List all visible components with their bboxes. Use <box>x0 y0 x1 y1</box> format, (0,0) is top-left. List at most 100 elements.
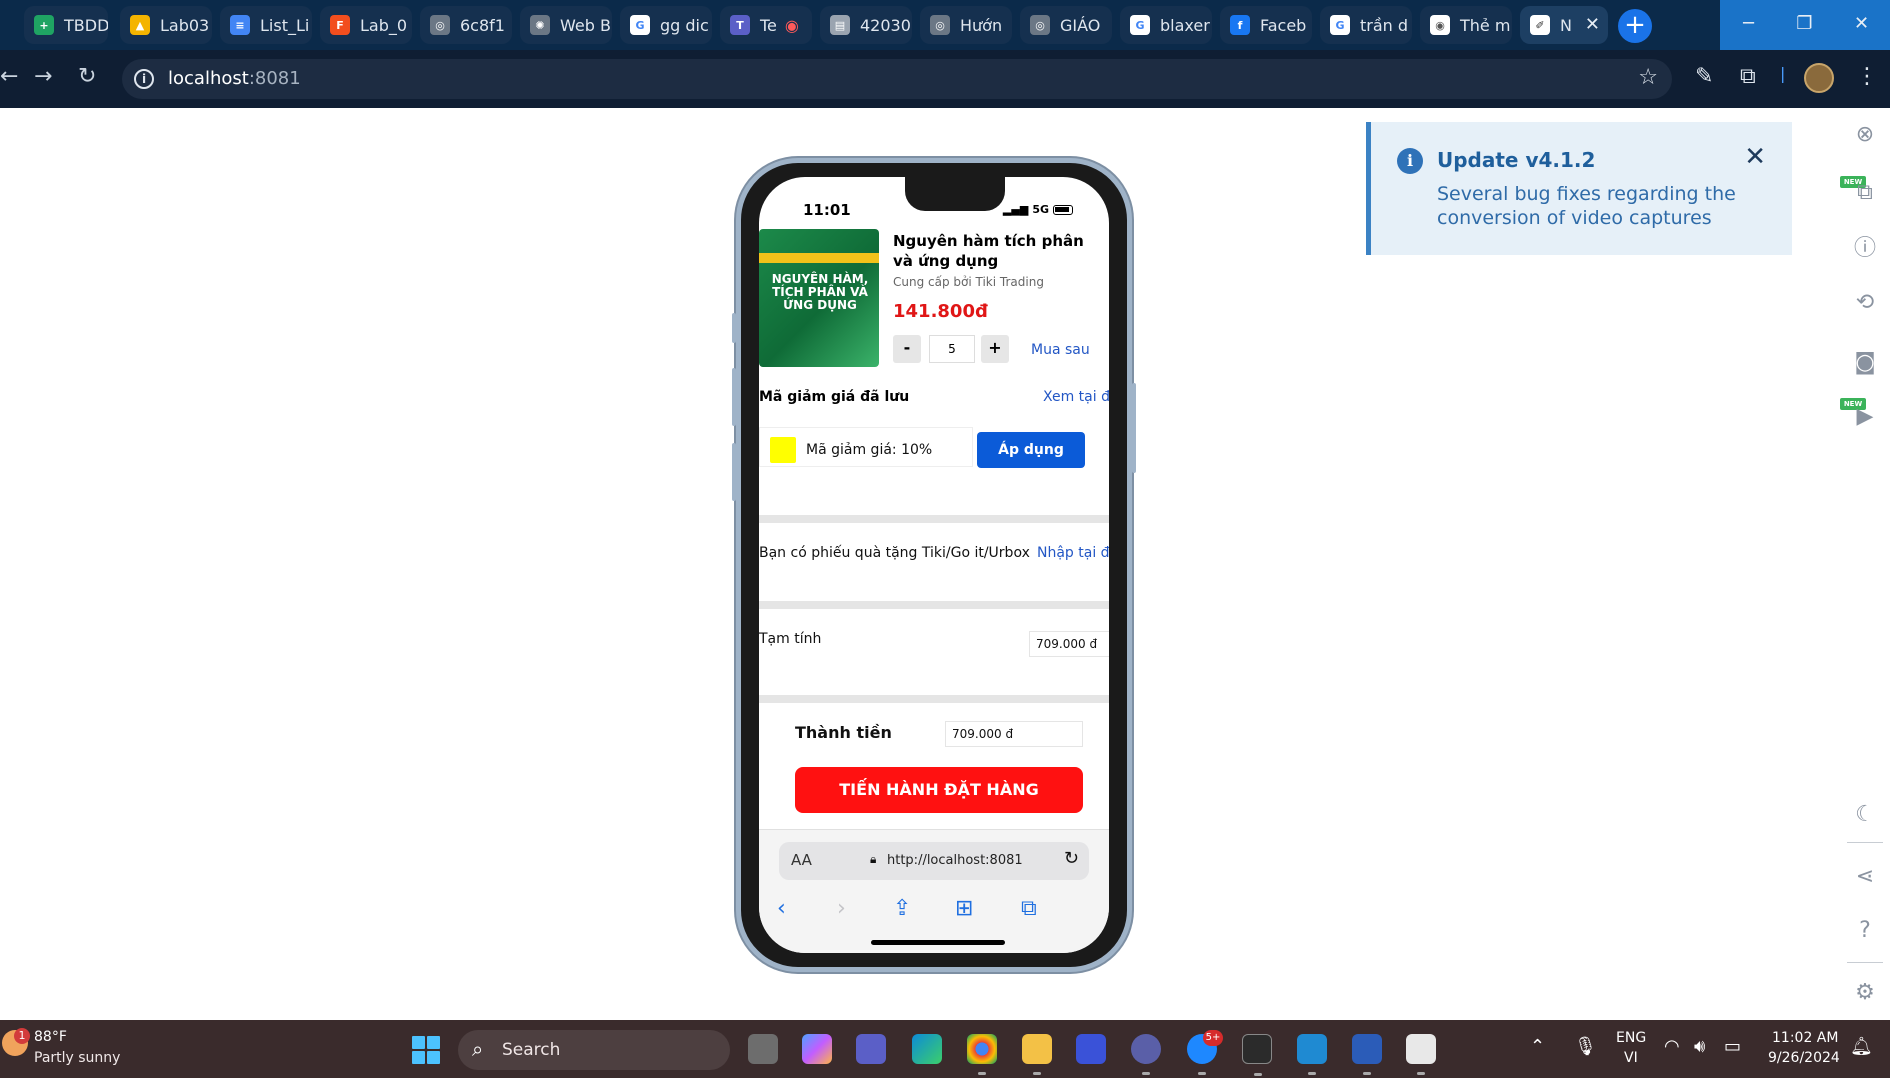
address-url[interactable]: localhost:8081 <box>168 68 301 89</box>
video-record-icon[interactable]: ▶ <box>1852 404 1878 430</box>
start-button[interactable] <box>412 1036 440 1064</box>
safari-forward-icon[interactable]: › <box>837 896 846 921</box>
coupon-item[interactable]: Mã giảm giá: 10% <box>759 427 973 467</box>
dark-mode-icon[interactable]: ☾ <box>1852 802 1878 828</box>
share-icon[interactable]: ⋖ <box>1852 864 1878 890</box>
settings-gear-icon[interactable]: ⚙ <box>1852 980 1878 1006</box>
terminal-icon[interactable] <box>1242 1034 1272 1076</box>
site-info-icon[interactable]: i <box>134 69 154 89</box>
buy-later-link[interactable]: Mua sau <box>1031 342 1090 358</box>
task-view-icon[interactable] <box>748 1034 778 1064</box>
tab-tran-d[interactable]: Gtrần d <box>1320 6 1412 44</box>
safari-back-icon[interactable]: ‹ <box>777 896 786 921</box>
vscode-icon[interactable] <box>1297 1034 1327 1075</box>
total-label: Thành tiền <box>795 723 892 742</box>
close-tab-icon[interactable]: ✕ <box>1585 14 1600 35</box>
apply-coupon-button[interactable]: Áp dụng <box>977 432 1085 468</box>
safari-reload-icon[interactable]: ↻ <box>1064 848 1079 869</box>
tab-lab-figma[interactable]: F Lab_0 <box>320 6 412 44</box>
weather-temperature[interactable]: 88°F <box>34 1029 67 1045</box>
eyedropper-icon[interactable]: ✎ <box>1695 64 1713 89</box>
taskbar-date[interactable]: 9/26/2024 <box>1768 1050 1840 1066</box>
visual-paradigm-icon[interactable] <box>1076 1034 1106 1064</box>
tab-teams[interactable]: T Te ◉ <box>720 6 812 44</box>
snipping-tool-icon[interactable] <box>1406 1034 1436 1075</box>
tab-blaxer[interactable]: Gblaxer <box>1120 6 1212 44</box>
tab-huong[interactable]: ◎ Hướn <box>920 6 1012 44</box>
product-image[interactable]: NGUYÊN HÀM, TÍCH PHÂN VÀ ỨNG DỤNG <box>759 229 879 367</box>
tab-giao[interactable]: ◎ GIÁO <box>1020 6 1112 44</box>
tab-active-expo[interactable]: ✐ N ✕ <box>1520 6 1608 44</box>
help-icon[interactable]: ? <box>1852 918 1878 944</box>
notification-bell-icon[interactable]: 🔔︎ <box>1850 1036 1873 1057</box>
tab-42030[interactable]: ▤ 42030 <box>820 6 912 44</box>
rotate-icon[interactable]: ⟲ <box>1852 290 1878 316</box>
extensions-icon[interactable]: ⧉ <box>1740 64 1756 89</box>
teams-icon[interactable] <box>856 1034 886 1064</box>
reload-icon[interactable]: ↻ <box>78 64 96 89</box>
profile-avatar[interactable] <box>1804 63 1834 93</box>
tab-6c8f1[interactable]: ◎ 6c8f1 <box>420 6 512 44</box>
coupon-swatch <box>770 437 796 463</box>
restore-button[interactable]: ❐ <box>1776 0 1833 50</box>
close-window-button[interactable]: ✕ <box>1833 0 1890 50</box>
taskbar-time[interactable]: 11:02 AM <box>1772 1030 1838 1046</box>
bookmark-star-icon[interactable]: ☆ <box>1638 65 1658 90</box>
quantity-increase-button[interactable]: + <box>981 335 1009 363</box>
view-coupons-link[interactable]: Xem tại đây <box>1043 389 1109 405</box>
search-placeholder: Search <box>502 1040 561 1060</box>
back-icon[interactable]: ← <box>0 64 18 89</box>
globe-icon: ◎ <box>1030 15 1050 35</box>
new-tab-button[interactable]: + <box>1618 9 1652 43</box>
chrome-icon: ◉ <box>1430 15 1450 35</box>
weather-description[interactable]: Partly sunny <box>34 1050 120 1066</box>
recording-icon: ◉ <box>784 15 799 35</box>
file-explorer-icon[interactable] <box>1022 1034 1052 1075</box>
language-bottom[interactable]: VI <box>1624 1050 1638 1066</box>
tab-facebook[interactable]: f Faceb <box>1220 6 1312 44</box>
minimize-button[interactable]: ─ <box>1720 0 1777 50</box>
tab-web-b[interactable]: ✺ Web B <box>520 6 612 44</box>
phone-frame: 11:01 ▂▄▆ 5G NGUYÊN HÀM, TÍCH PHÂN VÀ ỨN… <box>732 158 1136 972</box>
camera-icon[interactable]: ◙ <box>1852 350 1878 376</box>
safari-address-bar[interactable]: AA 🔒︎ http://localhost:8081 ↻ <box>779 842 1089 880</box>
reader-aa-button[interactable]: AA <box>791 851 812 869</box>
safari-url[interactable]: http://localhost:8081 <box>887 853 1023 868</box>
tab-tbdd[interactable]: + TBDD <box>24 6 108 44</box>
app-icon[interactable] <box>1131 1034 1161 1075</box>
volume-icon[interactable]: 🔊︎ <box>1694 1036 1705 1057</box>
subtotal-value: 709.000 đ <box>1029 631 1109 657</box>
microphone-icon[interactable]: 🎙︎ <box>1574 1036 1597 1057</box>
word-icon[interactable] <box>1352 1034 1382 1075</box>
chrome-icon[interactable] <box>967 1034 997 1075</box>
tab-list-li[interactable]: ≡ List_Li <box>220 6 312 44</box>
copilot-icon[interactable] <box>802 1034 832 1064</box>
close-panel-icon[interactable]: ⊗ <box>1852 122 1878 148</box>
language-top[interactable]: ENG <box>1616 1030 1646 1046</box>
product-name[interactable]: Nguyên hàm tích phân và ứng dụng <box>893 231 1107 271</box>
taskbar-search[interactable]: ⌕ Search <box>458 1030 730 1070</box>
edge-icon[interactable] <box>912 1034 942 1064</box>
info-icon[interactable]: ⓘ <box>1852 236 1878 262</box>
enter-gift-link[interactable]: Nhập tại đây <box>1037 545 1109 561</box>
close-icon[interactable]: ✕ <box>1744 142 1766 172</box>
tab-gg-dic[interactable]: Ggg dic <box>620 6 712 44</box>
forward-icon[interactable]: → <box>34 64 52 89</box>
tab-lab03[interactable]: ▲ Lab03 <box>120 6 212 44</box>
cover-band <box>759 253 879 263</box>
tray-overflow-icon[interactable]: ⌃ <box>1530 1036 1545 1057</box>
quantity-decrease-button[interactable]: - <box>893 335 921 363</box>
device-switch-icon[interactable]: ⧉ <box>1852 180 1878 206</box>
tabs-icon[interactable]: ⧉ <box>1021 896 1037 921</box>
bookmarks-icon[interactable]: ⊞ <box>955 896 973 921</box>
menu-icon[interactable]: ⋮ <box>1856 64 1878 89</box>
battery-icon[interactable]: ▭ <box>1724 1036 1741 1057</box>
quantity-input[interactable]: 5 <box>929 335 975 363</box>
place-order-button[interactable]: TIẾN HÀNH ĐẶT HÀNG <box>795 767 1083 813</box>
address-bar[interactable]: i localhost:8081 ☆ <box>122 59 1672 99</box>
wifi-icon[interactable]: ◠ <box>1664 1036 1680 1057</box>
docs-icon: ≡ <box>230 15 250 35</box>
share-icon[interactable]: ⇪ <box>893 896 911 921</box>
coupon-text: Mã giảm giá: 10% <box>806 442 933 458</box>
tab-the-m[interactable]: ◉ Thẻ m <box>1420 6 1512 44</box>
